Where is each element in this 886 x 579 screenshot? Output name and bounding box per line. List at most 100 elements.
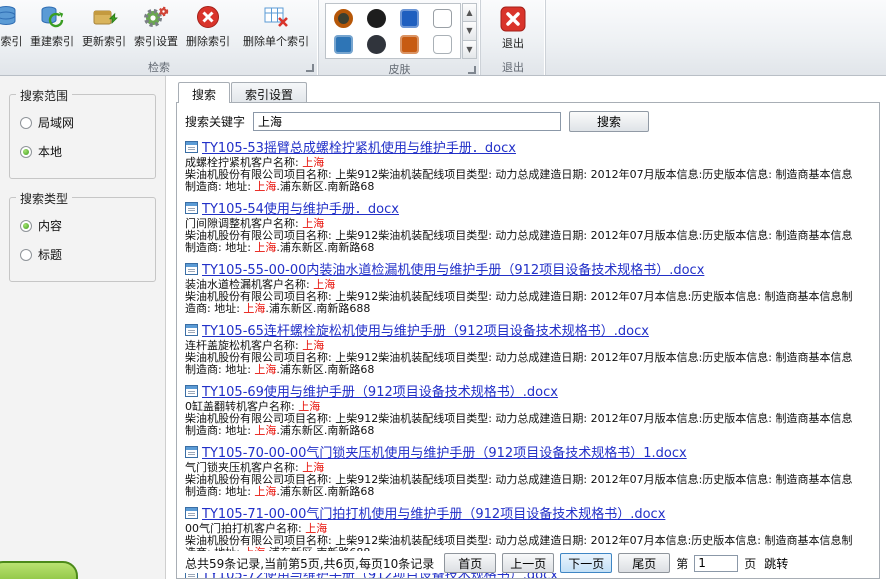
result-title-link[interactable]: TY105-55-00-00内装油水道检漏机使用与维护手册（912项目设备技术规… (185, 259, 871, 278)
snippet-text: .浦东新区.南新路68 (276, 363, 374, 376)
exit-icon (500, 4, 526, 34)
search-result: TY105-70-00-00气门锁夹压机使用与维护手册（912项目设备技术规格书… (185, 442, 871, 498)
result-title-link[interactable]: TY105-54使用与维护手册．docx (185, 198, 871, 217)
tab-index-settings[interactable]: 索引设置 (231, 82, 307, 103)
ribbon-group-skin: ▲ ▼ ▼ 皮肤 (319, 0, 481, 75)
pagination: 总共59条记录,当前第5页,共6页,每页10条记录 首页 上一页 下一页 尾页 … (185, 551, 871, 573)
ribbon-group-search-caption: 检索 (0, 58, 318, 75)
snippet-text: .浦东新区.南新路68 (276, 424, 374, 437)
snippet-text: .浦东新区.南新路68 (276, 241, 374, 254)
result-title-text: TY105-55-00-00内装油水道检漏机使用与维护手册（912项目设备技术规… (202, 259, 704, 278)
group-caption-label: 退出 (502, 59, 524, 75)
result-snippet-line: 造商: 地址: 上海.浦东新区.南新路688 (185, 303, 871, 315)
jump-button[interactable]: 跳转 (762, 555, 790, 572)
next-page-button[interactable]: 下一页 (560, 553, 612, 573)
result-title-text: TY105-70-00-00气门锁夹压机使用与维护手册（912项目设备技术规格书… (202, 442, 687, 461)
skin-2-icon[interactable] (367, 9, 386, 28)
search-type-option-2[interactable]: 标题 (20, 246, 145, 263)
corner-logo (0, 561, 78, 579)
result-snippet-line: 制造商: 地址: 上海.浦东新区.南新路68 (185, 242, 871, 254)
body-area: 搜索范围局域网本地搜索类型内容标题 搜索 索引设置 搜索关键字 搜索 TY105… (0, 76, 886, 579)
snippet-text: 制造商: 地址: (185, 424, 254, 437)
exit-button-label: 退出 (502, 35, 524, 51)
ribbon-group-skin-caption: 皮肤 (319, 61, 480, 77)
ribbon-button-3[interactable]: 更新索引 (78, 0, 130, 49)
skin-7-icon[interactable] (400, 35, 419, 54)
snippet-text: .浦东新区.南新路68 (276, 180, 374, 193)
result-title-text: TY105-65连杆螺栓旋松机使用与维护手册（912项目设备技术规格书）.doc… (202, 320, 649, 339)
tab-search[interactable]: 搜索 (178, 82, 230, 103)
sidebar: 搜索范围局域网本地搜索类型内容标题 (0, 76, 166, 579)
prev-page-button[interactable]: 上一页 (502, 553, 554, 573)
ribbon-search-buttons: 建索引重建索引更新索引索引设置删除索引删除单个索引 (0, 0, 318, 58)
ribbon-button-5[interactable]: 删除索引 (182, 0, 234, 49)
dialog-launcher-icon[interactable] (306, 64, 314, 72)
gallery-expand-icon[interactable]: ▼ (462, 41, 477, 59)
result-title-link[interactable]: TY105-71-00-00气门拍打机使用与维护手册（912项目设备技术规格书）… (185, 503, 871, 522)
result-title-link[interactable]: TY105-69使用与维护手册（912项目设备技术规格书）.docx (185, 381, 871, 400)
doc-icon (185, 507, 198, 519)
radio-label: 局域网 (38, 114, 74, 131)
result-title-link[interactable]: TY105-70-00-00气门锁夹压机使用与维护手册（912项目设备技术规格书… (185, 442, 871, 461)
search-result: TY105-69使用与维护手册（912项目设备技术规格书）.docx0缸盖翻转机… (185, 381, 871, 437)
result-title-text: TY105-71-00-00气门拍打机使用与维护手册（912项目设备技术规格书）… (202, 503, 665, 522)
radio-icon (20, 117, 32, 129)
first-page-button[interactable]: 首页 (444, 553, 496, 573)
ribbon-button-label: 更新索引 (82, 33, 126, 49)
ribbon-button-label: 删除单个索引 (243, 33, 309, 49)
search-result: TY105-54使用与维护手册．docx门间隙调整机客户名称: 上海柴油机股份有… (185, 198, 871, 254)
search-type-title: 搜索类型 (16, 190, 72, 207)
skin-4-icon[interactable] (433, 9, 452, 28)
search-scope-option-2[interactable]: 本地 (20, 143, 145, 160)
ribbon-filler (546, 0, 886, 75)
search-button[interactable]: 搜索 (569, 111, 649, 132)
result-title-link[interactable]: TY105-53摇臂总成螺栓拧紧机使用与维护手册．docx (185, 137, 871, 156)
gallery-scroll-down-icon[interactable]: ▼ (462, 22, 477, 40)
ribbon: 建索引重建索引更新索引索引设置删除索引删除单个索引 检索 ▲ ▼ ▼ 皮肤 (0, 0, 886, 76)
doc-icon (185, 446, 198, 458)
highlight-term: 上海 (254, 241, 276, 254)
search-type-option-1[interactable]: 内容 (20, 217, 145, 234)
search-scope-option-1[interactable]: 局域网 (20, 114, 145, 131)
gallery-scroll-up-icon[interactable]: ▲ (462, 3, 477, 22)
jump-page-input[interactable] (694, 555, 738, 572)
last-page-button[interactable]: 尾页 (618, 553, 670, 573)
search-scope-title: 搜索范围 (16, 87, 72, 104)
exit-button[interactable]: 退出 (489, 2, 537, 51)
ribbon-button-label: 删除索引 (186, 33, 230, 49)
search-keyword-label: 搜索关键字 (185, 113, 245, 130)
result-title-link[interactable]: TY105-65连杆螺栓旋松机使用与维护手册（912项目设备技术规格书）.doc… (185, 320, 871, 339)
result-title-text: TY105-69使用与维护手册（912项目设备技术规格书）.docx (202, 381, 558, 400)
skin-1-icon[interactable] (334, 9, 353, 28)
pagination-summary: 总共59条记录,当前第5页,共6页,每页10条记录 (185, 555, 434, 572)
skin-8-icon[interactable] (433, 35, 452, 54)
ribbon-button-4[interactable]: 索引设置 (130, 0, 182, 49)
skin-5-icon[interactable] (334, 35, 353, 54)
ribbon-group-exit: 退出 退出 (481, 0, 546, 75)
group-caption-label: 检索 (148, 59, 170, 75)
exit-body: 退出 (481, 0, 545, 58)
ribbon-button-6[interactable]: 删除单个索引 (234, 0, 318, 49)
ribbon-button-label: 索引设置 (134, 33, 178, 49)
result-snippet-line: 制造商: 地址: 上海.浦东新区.南新路68 (185, 425, 871, 437)
skin-3-icon[interactable] (400, 9, 419, 28)
snippet-text: 制造商: 地址: (185, 180, 254, 193)
search-input[interactable] (253, 112, 561, 131)
dialog-launcher-icon[interactable] (468, 66, 476, 74)
tab-strip: 搜索 索引设置 (178, 82, 880, 103)
snippet-text: 制造商: 地址: (185, 485, 254, 498)
ribbon-button-2[interactable]: 重建索引 (26, 0, 78, 49)
ribbon-button-1[interactable]: 建索引 (0, 0, 26, 49)
search-panel: 搜索关键字 搜索 TY105-53摇臂总成螺栓拧紧机使用与维护手册．docx成螺… (176, 102, 880, 579)
snippet-text: 制造商: 地址: (185, 241, 254, 254)
skin-6-icon[interactable] (367, 35, 386, 54)
highlight-term: 上海 (254, 363, 276, 376)
search-result: TY105-55-00-00内装油水道检漏机使用与维护手册（912项目设备技术规… (185, 259, 871, 315)
doc-icon (185, 385, 198, 397)
radio-label: 内容 (38, 217, 62, 234)
snippet-text: .浦东新区.南新路68 (276, 485, 374, 498)
skin-gallery (325, 3, 461, 59)
index-delete-single-icon (262, 2, 290, 32)
main-area: 搜索 索引设置 搜索关键字 搜索 TY105-53摇臂总成螺栓拧紧机使用与维护手… (166, 76, 886, 579)
ribbon-button-label: 重建索引 (30, 33, 74, 49)
